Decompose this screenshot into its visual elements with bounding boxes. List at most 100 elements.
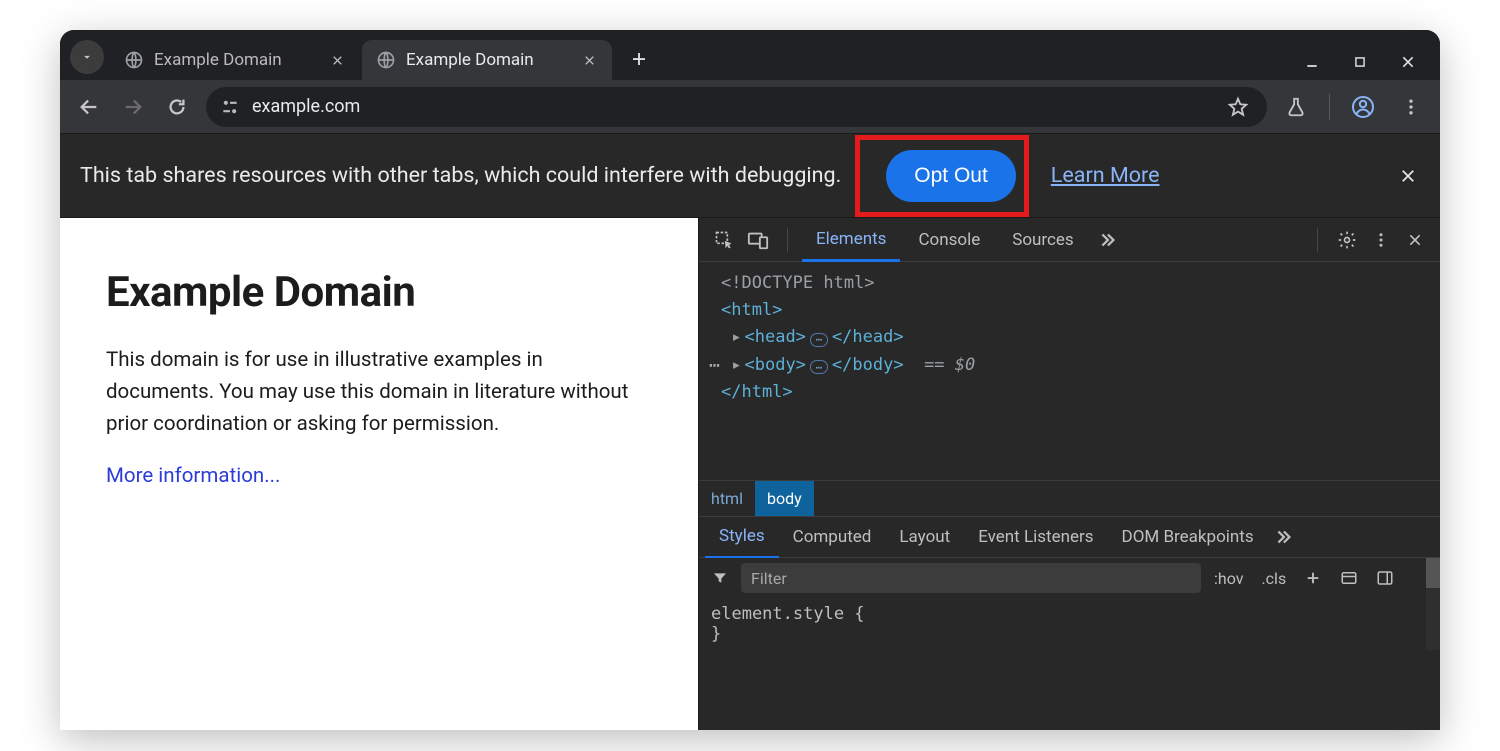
devtools-menu-button[interactable] [1366, 225, 1396, 255]
subtab-event-listeners[interactable]: Event Listeners [964, 516, 1107, 558]
tab-close-button[interactable] [328, 51, 346, 69]
breadcrumb-body[interactable]: body [755, 481, 814, 516]
tab-title: Example Domain [154, 50, 282, 70]
tabs-dropdown-button[interactable] [70, 40, 104, 74]
devtools-close-button[interactable] [1400, 225, 1430, 255]
dom-html-open[interactable]: <html> [721, 300, 782, 320]
window-close-button[interactable] [1398, 52, 1418, 72]
gear-icon [1337, 230, 1357, 250]
inspect-element-button[interactable] [709, 225, 739, 255]
separator [787, 228, 788, 252]
styles-rules[interactable]: element.style { } [699, 598, 1440, 650]
forward-button[interactable] [118, 92, 148, 122]
dom-head-open[interactable]: <head> [745, 327, 806, 347]
chevrons-right-icon [1096, 229, 1118, 251]
site-settings-icon[interactable] [220, 97, 240, 117]
bookmark-button[interactable] [1223, 92, 1253, 122]
devtools-main-tabs: Elements Console Sources [699, 218, 1440, 262]
sidebar-icon [1376, 569, 1394, 587]
infobar-message: This tab shares resources with other tab… [80, 163, 841, 188]
window-maximize-button[interactable] [1350, 52, 1370, 72]
expand-triangle-icon[interactable]: ▸ [731, 355, 741, 375]
styles-subtabs: Styles Computed Layout Event Listeners D… [699, 516, 1440, 558]
scrollbar-thumb[interactable] [1426, 558, 1440, 588]
close-icon [1399, 167, 1417, 185]
kebab-icon [1401, 97, 1421, 117]
browser-window: Example Domain Example Domain [60, 30, 1440, 730]
styles-scrollbar[interactable] [1426, 558, 1440, 650]
devtools-tab-console[interactable]: Console [904, 218, 994, 262]
tab-active[interactable]: Example Domain [362, 40, 612, 80]
dom-html-close: </html> [721, 382, 793, 402]
back-button[interactable] [74, 92, 104, 122]
computed-styles-sidebar-button[interactable] [1335, 569, 1363, 587]
styles-toolbar: Filter :hov .cls [699, 558, 1440, 598]
tab-title: Example Domain [406, 50, 534, 70]
device-toolbar-button[interactable] [743, 225, 773, 255]
devtools-panel: Elements Console Sources <! [698, 218, 1440, 730]
toggle-hov-button[interactable]: :hov [1209, 569, 1248, 588]
more-information-link[interactable]: More information... [106, 464, 280, 488]
styles-pane: Filter :hov .cls element.style { [699, 558, 1440, 650]
learn-more-link[interactable]: Learn More [1051, 163, 1160, 188]
plus-icon [1304, 569, 1322, 587]
infobar-close-button[interactable] [1396, 164, 1420, 188]
plus-icon [630, 50, 648, 68]
devtools-tabs-overflow[interactable] [1092, 225, 1122, 255]
window-controls [1302, 52, 1432, 72]
subtabs-overflow[interactable] [1268, 522, 1298, 552]
star-icon [1227, 96, 1249, 118]
toggle-cls-button[interactable]: .cls [1256, 569, 1291, 588]
reload-icon [166, 96, 188, 118]
dom-doctype: <!DOCTYPE html> [721, 273, 875, 293]
devtools-tab-sources[interactable]: Sources [998, 218, 1087, 262]
styles-filter-input[interactable]: Filter [741, 563, 1201, 593]
ellipsis-badge-icon[interactable] [810, 360, 828, 374]
filter-placeholder: Filter [751, 569, 787, 588]
gutter-indicator-icon: ⋯ [709, 352, 719, 381]
minimize-icon [1304, 54, 1320, 70]
chevrons-right-icon [1272, 526, 1294, 548]
devtools-settings-button[interactable] [1332, 225, 1362, 255]
element-style-close: } [711, 624, 1428, 644]
ellipsis-badge-icon[interactable] [810, 333, 828, 347]
subtab-dom-breakpoints[interactable]: DOM Breakpoints [1108, 516, 1268, 558]
chrome-menu-button[interactable] [1396, 92, 1426, 122]
toolbar: example.com [60, 80, 1440, 134]
subtab-styles[interactable]: Styles [705, 517, 779, 559]
maximize-icon [1353, 55, 1367, 69]
window-minimize-button[interactable] [1302, 52, 1322, 72]
selected-node-indicator: == $0 [924, 355, 975, 375]
close-icon [1400, 54, 1416, 70]
reload-button[interactable] [162, 92, 192, 122]
devices-icon [747, 229, 769, 251]
dom-body-open[interactable]: <body> [745, 355, 806, 375]
address-bar[interactable]: example.com [206, 87, 1267, 127]
filter-icon [707, 570, 733, 586]
breadcrumb-html[interactable]: html [699, 481, 755, 516]
close-icon [1407, 232, 1423, 248]
new-tab-button[interactable] [622, 42, 656, 76]
labs-button[interactable] [1281, 92, 1311, 122]
opt-out-button[interactable]: Opt Out [886, 150, 1016, 202]
page-heading: Example Domain [106, 268, 652, 317]
new-style-rule-button[interactable] [1299, 569, 1327, 587]
tab-inactive[interactable]: Example Domain [110, 40, 360, 80]
page-paragraph: This domain is for use in illustrative e… [106, 345, 646, 440]
expand-triangle-icon[interactable]: ▸ [731, 327, 741, 347]
arrow-right-icon [122, 96, 144, 118]
dom-head-close: </head> [832, 327, 904, 347]
tab-close-button[interactable] [580, 51, 598, 69]
inspect-icon [714, 230, 734, 250]
toolbar-divider [1329, 94, 1330, 120]
rendering-emulations-button[interactable] [1371, 569, 1399, 587]
arrow-left-icon [78, 96, 100, 118]
globe-icon [124, 50, 144, 70]
subtab-layout[interactable]: Layout [885, 516, 964, 558]
profile-button[interactable] [1348, 92, 1378, 122]
page-viewport: Example Domain This domain is for use in… [60, 218, 698, 730]
close-icon [583, 54, 596, 67]
subtab-computed[interactable]: Computed [779, 516, 886, 558]
devtools-tab-elements[interactable]: Elements [802, 218, 900, 262]
elements-tree[interactable]: <!DOCTYPE html> <html> ▸<head></head> ⋯ … [699, 262, 1440, 480]
